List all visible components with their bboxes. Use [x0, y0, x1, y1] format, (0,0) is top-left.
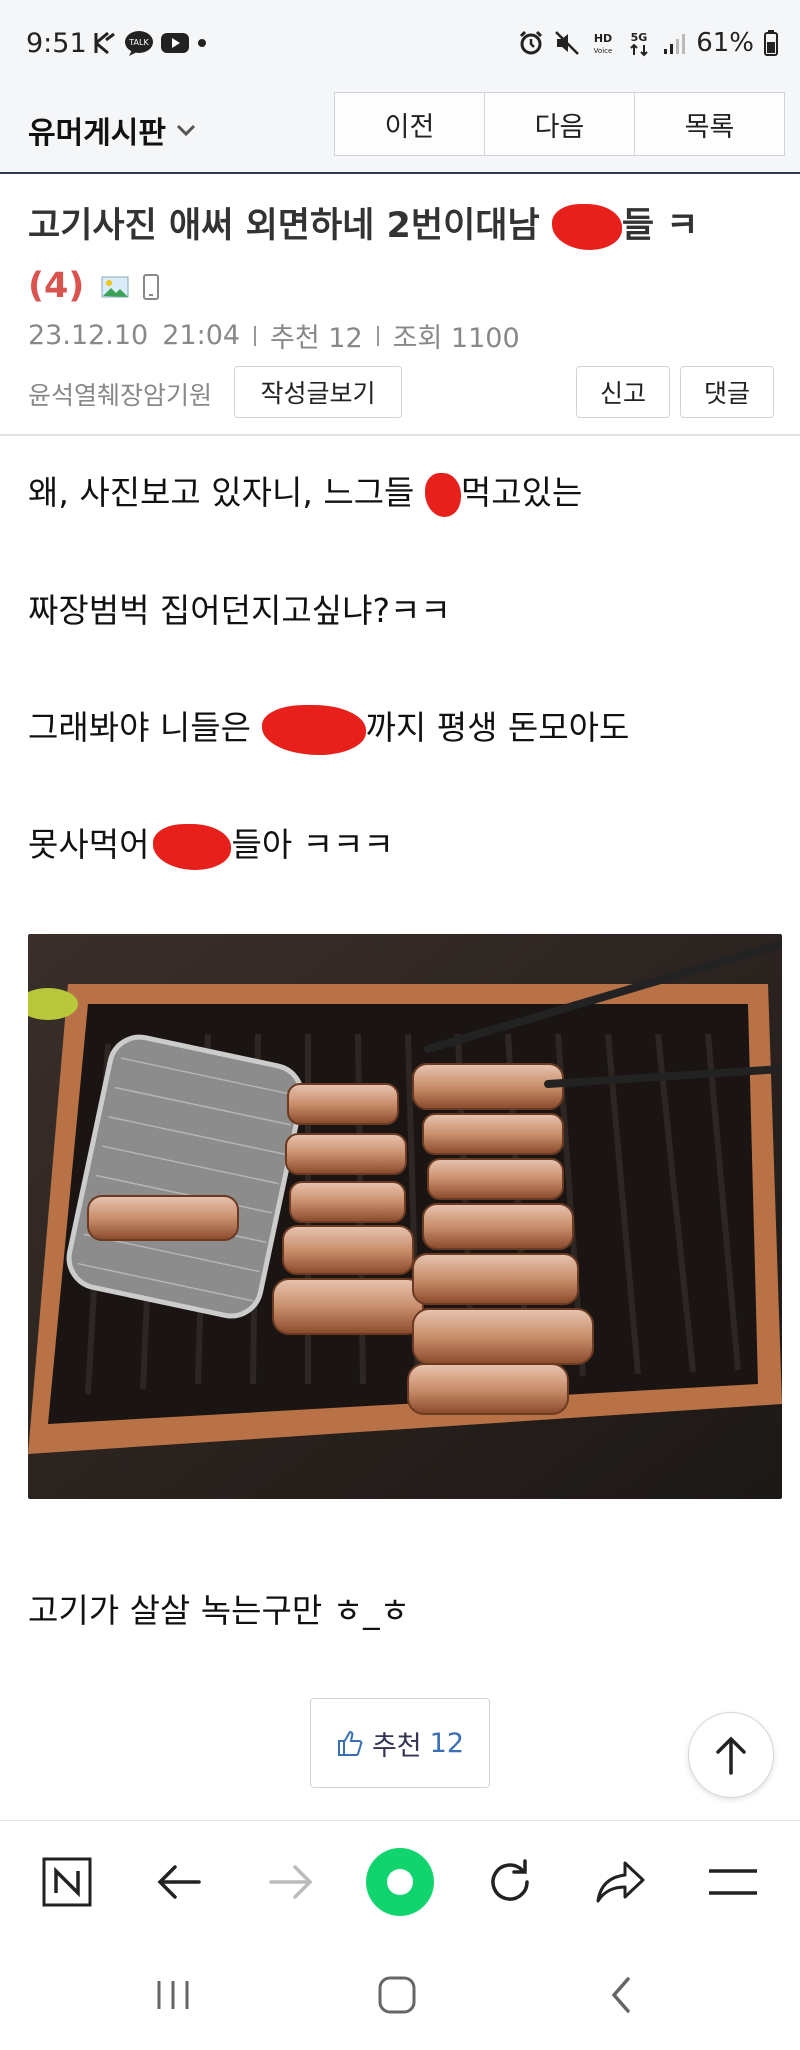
arrow-left-icon — [157, 1865, 201, 1899]
chevron-down-icon — [176, 124, 196, 137]
system-back-button[interactable] — [588, 1962, 654, 2028]
section-divider — [0, 434, 800, 436]
article-meta: 23.12.10 21:04 추천 12 조회 1100 — [28, 316, 520, 355]
post-time: 21:04 — [162, 320, 241, 351]
prev-button[interactable]: 이전 — [334, 92, 485, 156]
divider — [254, 325, 257, 346]
svg-text:Voice: Voice — [594, 47, 613, 55]
refresh-icon — [491, 1859, 529, 1901]
content-line-3: 그래봐야 니들은 까지 평생 돈모아도 — [28, 701, 629, 755]
article-title: 고기사진 애써 외면하네 2번이대남 들 ㅋ (4) — [28, 196, 768, 316]
5g-icon: 5G — [630, 31, 648, 57]
content-text: 그래봐야 니들은 — [28, 708, 252, 747]
share-button[interactable] — [588, 1849, 654, 1915]
chevron-left-icon — [611, 1977, 630, 2013]
image-attachment-icon — [101, 276, 129, 298]
home-button[interactable] — [364, 1962, 430, 2028]
grilled-pork-belly-photo[interactable] — [28, 934, 782, 1499]
system-icons: HD Voice 5G 61% — [518, 28, 778, 58]
scroll-top-button[interactable] — [688, 1712, 774, 1798]
content-line-2: 짜장범벅 집어던지고싶냐?ㅋㅋ — [28, 591, 451, 630]
naver-home-button[interactable] — [34, 1849, 100, 1915]
hd-voice-icon: HD Voice — [594, 32, 613, 55]
content-line-4: 못사먹어 들아 ㅋㅋㅋ — [28, 818, 394, 870]
post-date: 23.12.10 — [28, 320, 149, 351]
recent-apps-icon — [157, 1981, 189, 2009]
battery-icon — [764, 30, 778, 56]
author-row: 윤석열췌장암기원 작성글보기 신고 댓글 — [28, 366, 774, 418]
green-dot-icon — [366, 1848, 434, 1916]
recommend-count: 12 — [429, 1727, 465, 1759]
redaction-mark — [261, 704, 366, 755]
next-button[interactable]: 다음 — [484, 92, 635, 156]
recommend-button[interactable]: 추천 12 — [310, 1698, 490, 1788]
home-square-icon — [378, 1976, 416, 2014]
content-text: 못사먹어 — [28, 825, 150, 864]
menu-button[interactable] — [700, 1849, 766, 1915]
green-dot-button[interactable] — [364, 1846, 436, 1918]
list-button[interactable]: 목록 — [634, 92, 785, 156]
svg-text:5G: 5G — [631, 31, 648, 44]
title-text-2: 들 ㅋ — [621, 206, 699, 246]
content-text: 까지 평생 돈모아도 — [365, 708, 630, 747]
status-bar: 9:51 TALK HD Voice 5G 61% — [0, 0, 800, 82]
forward-button[interactable] — [258, 1849, 324, 1915]
board-selector[interactable]: 유머게시판 — [28, 108, 198, 152]
svg-text:HD: HD — [594, 32, 612, 45]
alarm-icon — [520, 30, 543, 55]
svg-text:TALK: TALK — [128, 38, 149, 47]
redaction-mark — [153, 823, 232, 870]
recommend-count: 추천 12 — [270, 323, 363, 354]
status-time: 9:51 — [26, 28, 87, 59]
author-name[interactable]: 윤석열췌장암기원 — [28, 376, 212, 412]
arrow-up-icon — [716, 1736, 746, 1775]
content-text: 먹고있는 — [460, 473, 583, 512]
notification-icons: TALK — [92, 30, 208, 56]
back-button[interactable] — [146, 1849, 212, 1915]
system-navigation-bar — [0, 1942, 800, 2050]
author-posts-button[interactable]: 작성글보기 — [234, 366, 402, 418]
content-line-5: 고기가 살살 녹는구만 ㅎ_ㅎ — [28, 1591, 410, 1630]
arrow-right-icon — [269, 1865, 313, 1899]
recent-apps-button[interactable] — [140, 1962, 206, 2028]
redaction-mark — [424, 472, 461, 517]
k-icon — [94, 31, 115, 55]
dot-icon — [198, 39, 206, 47]
refresh-button[interactable] — [477, 1849, 543, 1915]
recommend-label: 추천 — [371, 1730, 422, 1762]
signal-icon — [664, 34, 686, 54]
content-text: 왜, 사진보고 있자니, 느그들 — [28, 473, 415, 512]
post-nav: 이전 다음 목록 — [334, 92, 785, 156]
talk-icon: TALK — [125, 31, 153, 56]
thumbs-up-icon — [337, 1730, 363, 1756]
redaction-mark — [551, 204, 622, 250]
view-count: 조회 1100 — [392, 323, 520, 354]
mute-icon — [555, 31, 580, 55]
n-logo-icon — [42, 1857, 92, 1907]
report-button[interactable]: 신고 — [576, 366, 670, 418]
content-text: 들아 ㅋㅋㅋ — [231, 825, 394, 864]
battery-percent: 61% — [696, 28, 754, 58]
youtube-icon — [161, 33, 189, 53]
comment-button[interactable]: 댓글 — [680, 366, 774, 418]
title-text-1: 고기사진 애써 외면하네 2번이대남 — [28, 206, 540, 246]
hamburger-menu-icon — [709, 1869, 757, 1895]
board-name: 유머게시판 — [28, 116, 166, 151]
mobile-icon — [142, 274, 159, 300]
board-header: 유머게시판 이전 다음 목록 — [0, 82, 800, 174]
browser-toolbar — [0, 1820, 800, 1942]
comment-count[interactable]: (4) — [28, 266, 84, 306]
content-line-1: 왜, 사진보고 있자니, 느그들 먹고있는 — [28, 466, 582, 517]
share-icon — [596, 1861, 645, 1903]
divider — [376, 325, 379, 346]
